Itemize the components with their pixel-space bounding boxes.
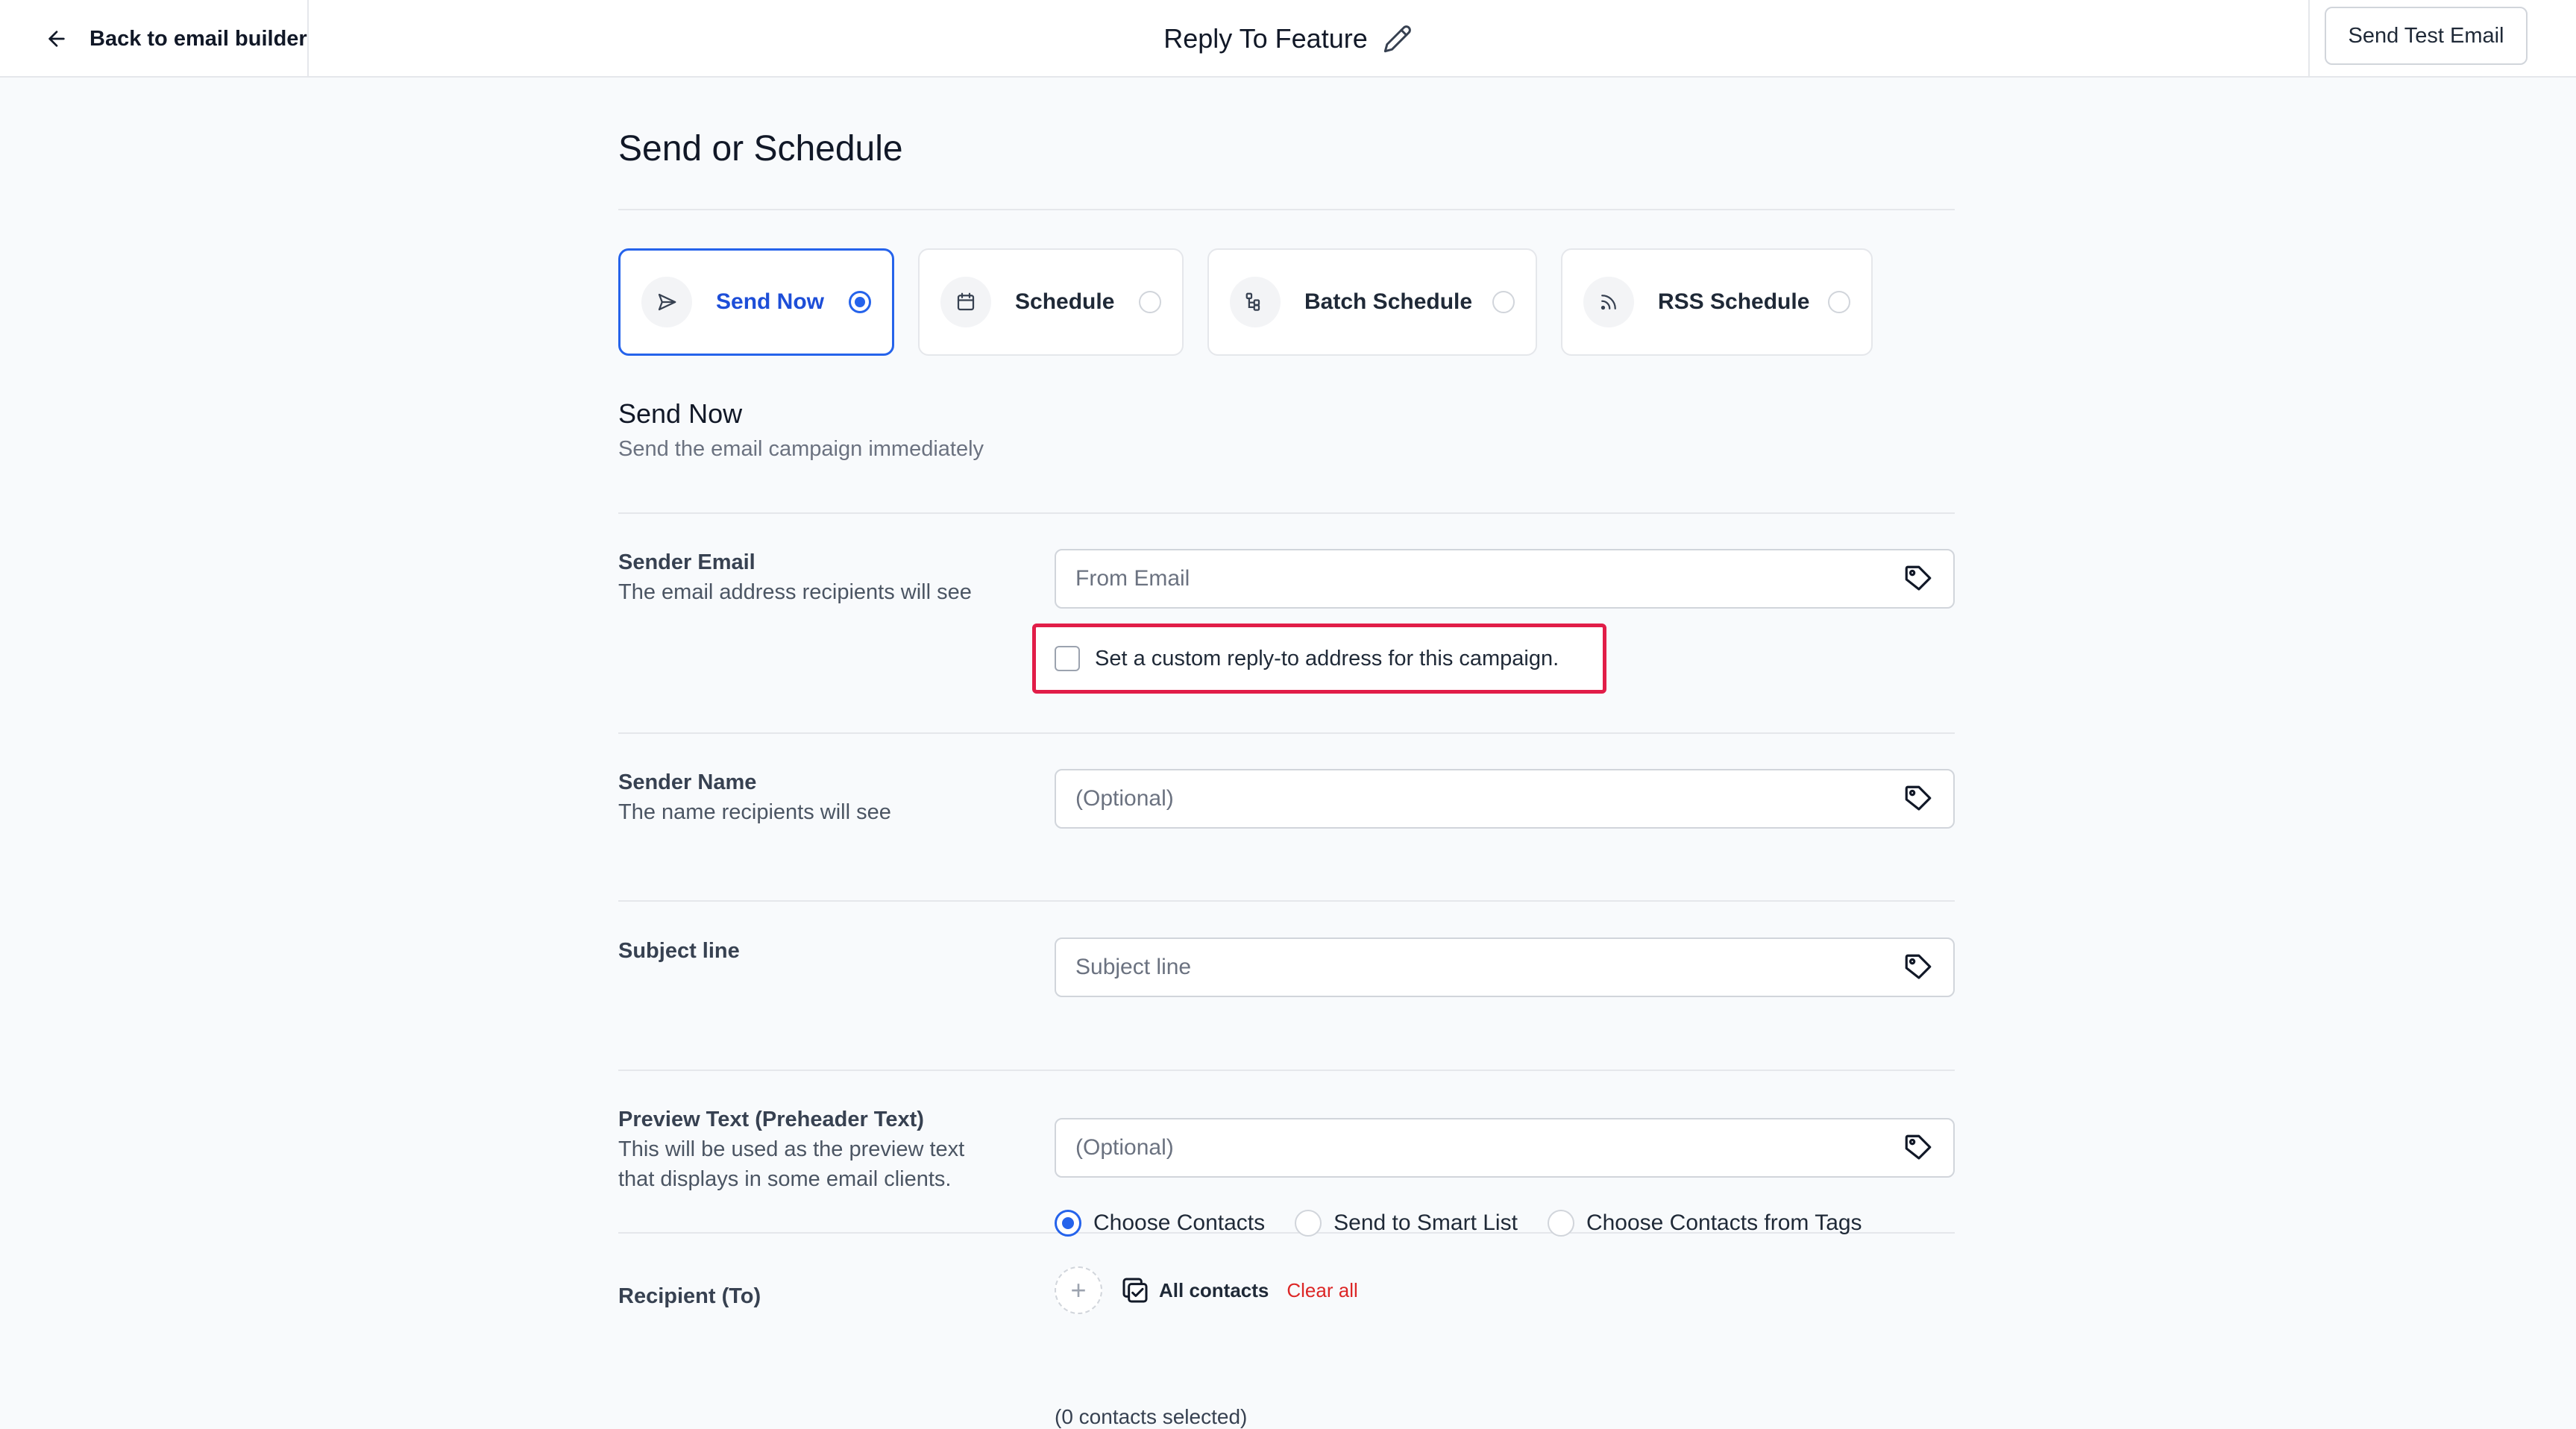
option-rss-schedule[interactable]: RSS Schedule [1561,248,1873,356]
preview-text-label: Preview Text (Preheader Text) [618,1108,924,1131]
reply-to-option: Set a custom reply-to address for this c… [1032,624,1606,694]
pencil-icon[interactable] [1383,24,1413,54]
all-contacts-button[interactable]: All contacts [1120,1275,1269,1305]
option-label: Schedule [1015,289,1115,314]
option-radio[interactable] [1492,291,1515,313]
recipient-options: Choose Contacts Send to Smart List Choos… [1055,1210,1892,1237]
recipient-label: Recipient (To) [618,1284,761,1308]
option-label: Batch Schedule [1304,289,1473,314]
campaign-title: Reply To Feature [1163,23,1368,54]
tag-icon[interactable] [1903,563,1934,594]
divider [618,209,1955,210]
icon-wrap [1230,277,1281,327]
icon-wrap [940,277,991,327]
reply-to-label: Set a custom reply-to address for this c… [1095,646,1559,670]
recipient-radio[interactable] [1295,1210,1322,1237]
preview-text-field [1055,1118,1955,1178]
icon-wrap [1583,277,1634,327]
divider [618,732,1955,734]
preview-text-input[interactable] [1075,1135,1903,1161]
contacts-actions: + All contacts Clear all [1055,1266,1358,1314]
recipient-option-choose-contacts[interactable]: Choose Contacts [1055,1210,1265,1237]
tag-icon[interactable] [1903,1132,1934,1163]
option-radio[interactable] [1828,291,1850,313]
contacts-selected-count: (0 contacts selected) [1055,1405,1248,1428]
clear-all-link[interactable]: Clear all [1287,1279,1357,1302]
all-contacts-label: All contacts [1159,1278,1269,1301]
sender-name-input[interactable] [1075,786,1903,811]
option-send-now[interactable]: Send Now [618,248,894,356]
arrow-left-icon [48,31,65,47]
checklist-icon [1122,1278,1148,1303]
preview-text-description-line2: that displays in some email clients. [618,1167,952,1191]
subject-line-input[interactable] [1075,955,1903,980]
header-divider [2308,0,2310,78]
recipient-option-tags[interactable]: Choose Contacts from Tags [1547,1210,1862,1237]
send-test-email-button[interactable]: Send Test Email [2325,7,2528,65]
recipient-radio[interactable] [1055,1210,1081,1237]
rss-icon [1600,295,1616,310]
sender-name-field [1055,769,1955,829]
option-schedule[interactable]: Schedule [918,248,1184,356]
recipient-option-label: Choose Contacts from Tags [1586,1210,1862,1235]
sender-email-description: The email address recipients will see [618,580,972,604]
back-to-builder-link[interactable]: Back to email builder [0,0,309,78]
section-title: Send Now [618,398,743,429]
recipient-option-label: Choose Contacts [1093,1210,1266,1235]
sender-email-input[interactable] [1075,566,1903,591]
add-contacts-button[interactable]: + [1055,1266,1102,1314]
subject-line-label: Subject line [618,939,740,963]
tag-icon[interactable] [1903,952,1934,983]
sender-email-label: Sender Email [618,550,755,574]
top-bar: Back to email builder Reply To Feature S… [0,0,2576,78]
batch-icon [1245,292,1260,311]
sender-email-field [1055,549,1955,609]
calendar-icon [957,292,975,311]
divider [618,1070,1955,1071]
option-label: Send Now [716,289,825,314]
recipient-option-smart-list[interactable]: Send to Smart List [1295,1210,1518,1237]
recipient-radio[interactable] [1547,1210,1574,1237]
divider [618,900,1955,902]
option-radio[interactable] [1139,291,1161,313]
campaign-title-area: Reply To Feature [0,0,2576,78]
sender-name-label: Sender Name [618,770,757,794]
plus-icon: + [1070,1275,1087,1305]
recipient-option-label: Send to Smart List [1333,1210,1518,1235]
reply-to-checkbox[interactable] [1055,646,1080,671]
option-label: RSS Schedule [1658,289,1810,314]
back-label: Back to email builder [89,26,307,51]
section-subtitle: Send the email campaign immediately [618,437,984,461]
preview-text-description-line1: This will be used as the preview text [618,1137,965,1161]
icon-wrap [641,277,692,327]
sender-name-description: The name recipients will see [618,800,891,824]
page-title: Send or Schedule [618,129,903,169]
option-batch-schedule[interactable]: Batch Schedule [1207,248,1537,356]
option-radio[interactable] [849,291,871,313]
subject-line-field [1055,938,1955,997]
divider [618,512,1955,514]
tag-icon[interactable] [1903,783,1934,814]
send-icon [658,293,676,311]
